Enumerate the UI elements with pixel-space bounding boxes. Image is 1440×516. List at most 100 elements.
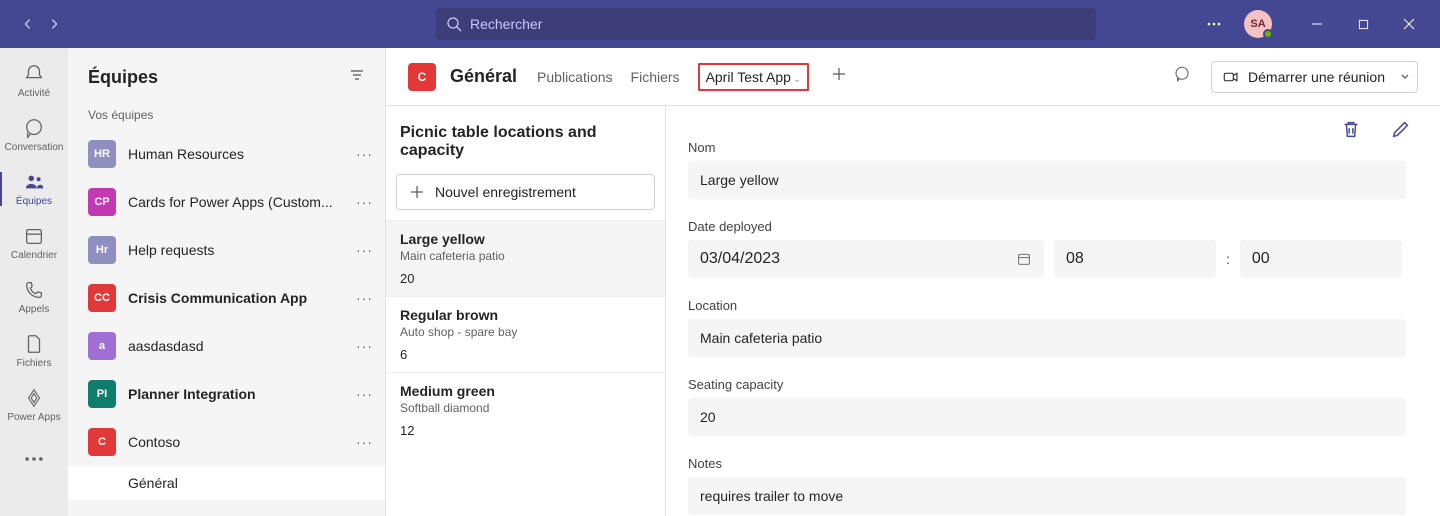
team-name: aasdasdasd: [128, 338, 344, 354]
team-more-button[interactable]: ···: [356, 290, 373, 306]
team-more-button[interactable]: ···: [356, 386, 373, 402]
team-row[interactable]: a aasdasdasd ···: [68, 322, 385, 370]
rail-activity[interactable]: Activité: [0, 54, 68, 108]
team-more-button[interactable]: ···: [356, 338, 373, 354]
team-more-button[interactable]: ···: [356, 194, 373, 210]
team-name: Human Resources: [128, 146, 344, 162]
team-more-button[interactable]: ···: [356, 146, 373, 162]
teams-panel: Équipes Vos équipes HR Human Resources ···…: [68, 48, 386, 516]
record-subtitle: Auto shop - spare bay: [400, 325, 651, 339]
record-number: 12: [400, 423, 651, 438]
record-name: Large yellow: [400, 231, 651, 247]
minimize-button[interactable]: [1294, 8, 1340, 40]
team-row[interactable]: CC Crisis Communication App ···: [68, 274, 385, 322]
record-item[interactable]: Large yellow Main cafeteria patio 20: [386, 220, 665, 296]
record-subtitle: Softball diamond: [400, 401, 651, 415]
team-more-button[interactable]: ···: [356, 434, 373, 450]
records-title: Picnic table locations and capacity: [386, 106, 665, 174]
rail-calls[interactable]: Appels: [0, 270, 68, 324]
channel-header: C Général Publications Fichiers April Te…: [386, 48, 1440, 106]
delete-button[interactable]: [1340, 118, 1362, 145]
team-row[interactable]: HR Human Resources ···: [68, 130, 385, 178]
team-avatar: CP: [88, 188, 116, 216]
tab-posts[interactable]: Publications: [537, 51, 613, 103]
team-avatar: C: [88, 428, 116, 456]
rail-chat[interactable]: Conversation: [0, 108, 68, 162]
app-rail: Activité Conversation Équipes Calendrier…: [0, 48, 68, 516]
search-input[interactable]: Rechercher: [436, 8, 1096, 40]
record-number: 20: [400, 271, 651, 286]
back-button[interactable]: [16, 8, 40, 40]
calendar-icon: [1016, 251, 1032, 267]
input-capacity[interactable]: 20: [688, 398, 1406, 436]
search-placeholder: Rechercher: [470, 16, 542, 32]
channel-name: Général: [450, 66, 517, 87]
title-bar: Rechercher SA: [0, 0, 1440, 48]
team-row[interactable]: Hr Help requests ···: [68, 226, 385, 274]
input-location[interactable]: Main cafeteria patio: [688, 319, 1406, 357]
label-date: Date deployed: [688, 219, 1406, 234]
forward-button[interactable]: [42, 8, 66, 40]
team-name: Contoso: [128, 434, 344, 450]
rail-more[interactable]: [0, 432, 68, 486]
team-avatar: Hr: [88, 236, 116, 264]
input-hour[interactable]: 08: [1054, 240, 1216, 278]
rail-teams[interactable]: Équipes: [0, 162, 68, 216]
record-subtitle: Main cafeteria patio: [400, 249, 651, 263]
reply-button[interactable]: [1167, 59, 1197, 94]
team-avatar: a: [88, 332, 116, 360]
time-separator: :: [1226, 251, 1230, 267]
close-button[interactable]: [1386, 8, 1432, 40]
label-capacity: Seating capacity: [688, 377, 1406, 392]
tab-app[interactable]: April Test App⌄: [698, 63, 810, 91]
more-options-button[interactable]: [1198, 8, 1230, 40]
tab-files[interactable]: Fichiers: [631, 51, 680, 103]
channel-avatar: C: [408, 63, 436, 91]
records-list: Picnic table locations and capacity Nouv…: [386, 106, 666, 516]
team-name: Cards for Power Apps (Custom...: [128, 194, 344, 210]
edit-button[interactable]: [1390, 118, 1412, 145]
user-avatar[interactable]: SA: [1244, 10, 1272, 38]
presence-indicator: [1263, 29, 1273, 39]
add-tab-button[interactable]: [827, 66, 851, 87]
record-name: Regular brown: [400, 307, 651, 323]
new-record-button[interactable]: Nouvel enregistrement: [396, 174, 655, 210]
label-location: Location: [688, 298, 1406, 313]
team-name: Help requests: [128, 242, 344, 258]
record-name: Medium green: [400, 383, 651, 399]
rail-powerapps[interactable]: Power Apps: [0, 378, 68, 432]
rail-files[interactable]: Fichiers: [0, 324, 68, 378]
input-date[interactable]: 03/04/2023: [688, 240, 1044, 278]
detail-pane: Nom Large yellow Date deployed 03/04/202…: [666, 106, 1440, 516]
record-item[interactable]: Regular brown Auto shop - spare bay 6: [386, 296, 665, 372]
team-row[interactable]: PI Planner Integration ···: [68, 370, 385, 418]
maximize-button[interactable]: [1340, 8, 1386, 40]
meet-now-button[interactable]: Démarrer une réunion: [1211, 61, 1396, 93]
chevron-down-icon: ⌄: [793, 74, 801, 85]
meet-dropdown-button[interactable]: [1392, 61, 1418, 93]
input-notes[interactable]: requires trailer to move: [688, 477, 1406, 515]
label-nom: Nom: [688, 140, 1406, 155]
plus-icon: [409, 184, 425, 200]
record-item[interactable]: Medium green Softball diamond 12: [386, 372, 665, 448]
team-avatar: PI: [88, 380, 116, 408]
input-minute[interactable]: 00: [1240, 240, 1402, 278]
teams-panel-title: Équipes: [88, 67, 158, 88]
channel-general[interactable]: Général: [68, 466, 385, 500]
search-icon: [446, 16, 462, 32]
teams-section-label: Vos équipes: [68, 106, 385, 130]
team-name: Crisis Communication App: [128, 290, 344, 306]
rail-calendar[interactable]: Calendrier: [0, 216, 68, 270]
team-row[interactable]: CP Cards for Power Apps (Custom... ···: [68, 178, 385, 226]
team-name: Planner Integration: [128, 386, 344, 402]
team-more-button[interactable]: ···: [356, 242, 373, 258]
filter-button[interactable]: [349, 67, 365, 88]
input-nom[interactable]: Large yellow: [688, 161, 1406, 199]
label-notes: Notes: [688, 456, 1406, 471]
video-icon: [1222, 68, 1240, 86]
team-avatar: HR: [88, 140, 116, 168]
avatar-initials: SA: [1250, 18, 1265, 30]
team-avatar: CC: [88, 284, 116, 312]
record-number: 6: [400, 347, 651, 362]
team-row[interactable]: C Contoso ···: [68, 418, 385, 466]
